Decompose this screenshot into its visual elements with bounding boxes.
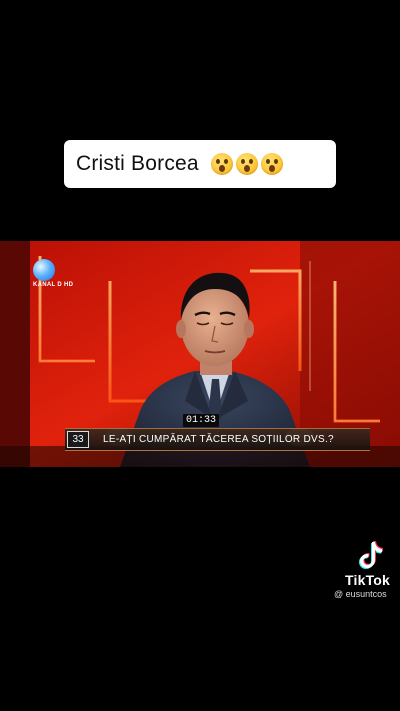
question-text: LE-AȚI CUMPĂRAT TĂCEREA SOȚIILOR DVS.? — [103, 434, 334, 445]
tiktok-brand-text: TikTok — [345, 572, 391, 588]
tiktok-logo-icon — [359, 541, 383, 569]
tiktok-video-screen: Cristi Borcea KANAL D HD 01:33 33 LE-AȚI… — [0, 0, 400, 711]
astonished-face-icon — [235, 153, 258, 175]
creator-handle: @ eusuntcos — [334, 589, 387, 599]
astonished-face-icon — [210, 153, 233, 175]
question-lower-third: 33 LE-AȚI CUMPĂRAT TĂCEREA SOȚIILOR DVS.… — [65, 428, 370, 451]
astonished-face-icon — [260, 153, 283, 175]
question-number-badge: 33 — [67, 431, 89, 448]
channel-logo-text: KANAL D HD — [33, 282, 74, 288]
kanal-d-logo-icon — [33, 259, 55, 281]
countdown-timer: 01:33 — [183, 414, 219, 427]
video-frame[interactable]: KANAL D HD 01:33 33 LE-AȚI CUMPĂRAT TĂCE… — [0, 241, 400, 467]
caption-bubble: Cristi Borcea — [64, 140, 336, 188]
caption-emojis — [210, 153, 283, 175]
caption-text: Cristi Borcea — [76, 152, 199, 175]
channel-logo: KANAL D HD — [33, 259, 73, 288]
